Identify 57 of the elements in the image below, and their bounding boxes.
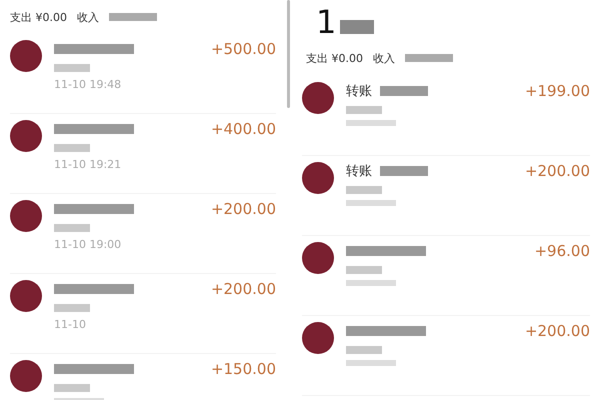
blurred-text [380, 86, 428, 96]
transaction-row[interactable]: +96.00 [302, 236, 590, 316]
transaction-time: 11-10 [54, 318, 87, 331]
transaction-amount: +200.00 [524, 162, 590, 180]
blurred-text [346, 346, 382, 354]
avatar-placeholder [10, 280, 42, 312]
avatar-placeholder [10, 40, 42, 72]
blurred-text [54, 144, 90, 152]
avatar-placeholder [302, 162, 334, 194]
transaction-amount: +200.00 [210, 200, 276, 218]
transaction-row[interactable]: 转账 +199.00 [302, 76, 590, 156]
blurred-text [346, 186, 382, 194]
transaction-row[interactable]: 转账 +200.00 [302, 156, 590, 236]
blurred-text [346, 200, 396, 206]
blurred-text [346, 280, 396, 286]
transaction-time: 11-10 19:48 [54, 78, 122, 91]
blurred-text [346, 106, 382, 114]
income-label: 收入 [373, 50, 395, 66]
avatar-placeholder [302, 322, 334, 354]
transaction-amount: +200.00 [524, 322, 590, 340]
transaction-amount: +400.00 [210, 120, 276, 138]
transaction-row[interactable]: 11-10 19:21 +400.00 [10, 114, 276, 194]
expense-summary: 支出 ¥0.00 [10, 10, 67, 24]
avatar-placeholder [10, 200, 42, 232]
expense-summary: 支出 ¥0.00 [306, 50, 363, 66]
blurred-text [380, 166, 428, 176]
blurred-text [346, 360, 396, 366]
transaction-title: 转账 [346, 83, 372, 100]
avatar-placeholder [302, 82, 334, 114]
blurred-text [346, 120, 396, 126]
blurred-text [109, 13, 157, 21]
blurred-text [54, 64, 90, 72]
scrollbar[interactable] [287, 0, 290, 108]
transaction-row[interactable]: +200.00 [302, 316, 590, 396]
avatar-placeholder [302, 242, 334, 274]
blurred-text [54, 224, 90, 232]
blurred-text [340, 20, 374, 34]
transaction-row[interactable]: +150.00 [10, 354, 276, 400]
avatar-placeholder [10, 120, 42, 152]
transaction-amount: +96.00 [534, 242, 590, 260]
transaction-amount: +150.00 [210, 360, 276, 378]
transaction-time: 11-10 19:21 [54, 158, 122, 171]
transaction-row[interactable]: 11-10 +200.00 [10, 274, 276, 354]
transaction-row[interactable]: 11-10 19:00 +200.00 [10, 194, 276, 274]
blurred-text [54, 384, 90, 392]
transaction-title: 转账 [346, 163, 372, 180]
blurred-text [346, 266, 382, 274]
month-heading: 1 [316, 4, 336, 40]
transaction-amount: +199.00 [524, 82, 590, 100]
transaction-row[interactable]: 11-10 19:48 +500.00 [10, 34, 276, 114]
avatar-placeholder [10, 360, 42, 392]
blurred-text [405, 54, 453, 62]
transaction-time: 11-10 19:00 [54, 238, 122, 251]
transaction-amount: +500.00 [210, 40, 276, 58]
transaction-amount: +200.00 [210, 280, 276, 298]
blurred-text [54, 304, 90, 312]
income-label: 收入 [77, 10, 99, 24]
